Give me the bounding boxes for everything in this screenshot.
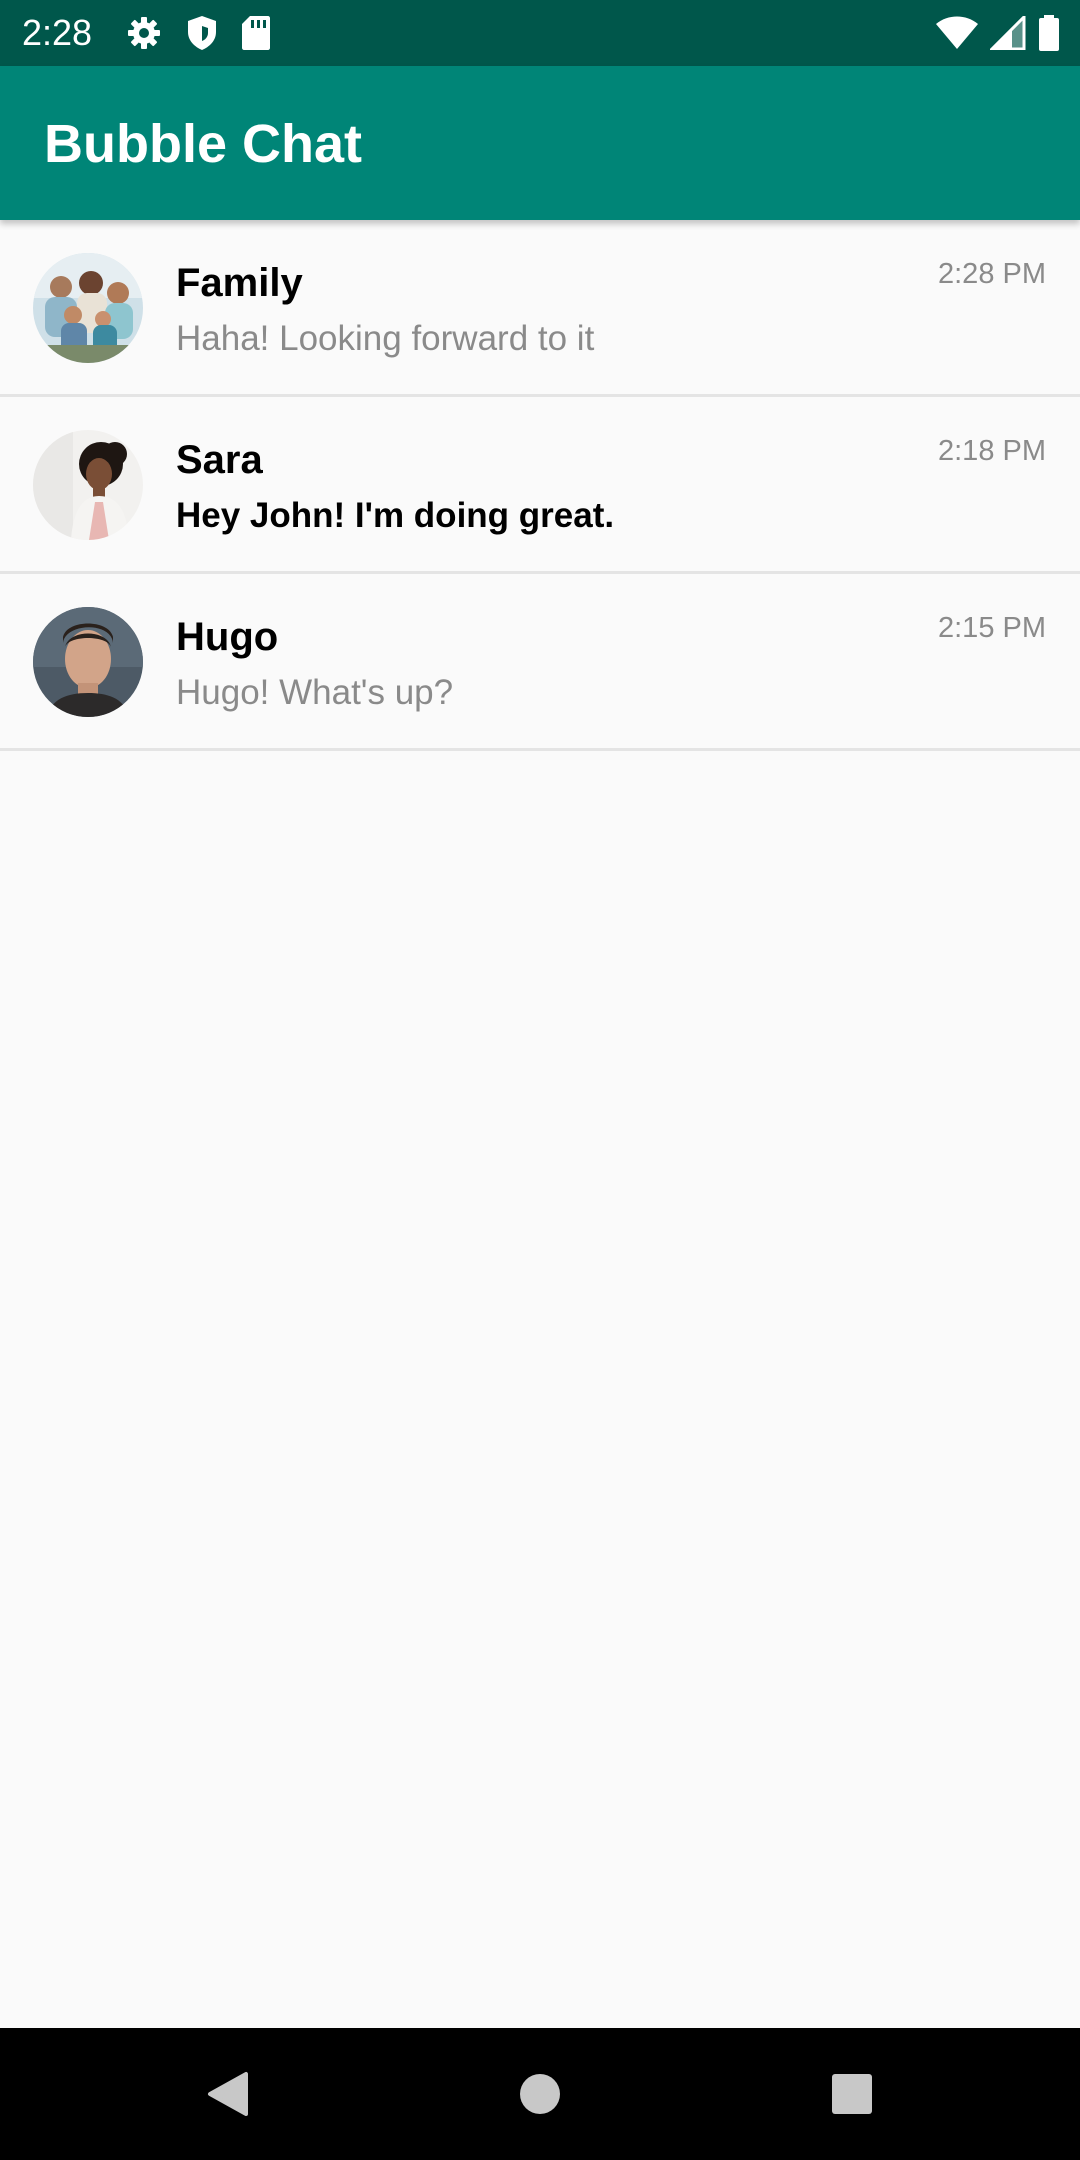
avatar-sara: [33, 430, 143, 540]
app-title: Bubble Chat: [44, 114, 362, 174]
chat-last-message: Hey John! I'm doing great.: [176, 496, 615, 535]
app-bar: Bubble Chat: [0, 66, 1080, 220]
home-icon[interactable]: [508, 2062, 572, 2126]
shield-icon: [186, 15, 218, 51]
chat-time: 2:28 PM: [938, 258, 1046, 290]
wifi-icon: [936, 16, 978, 50]
chat-time: 2:15 PM: [938, 612, 1046, 644]
chat-name: Hugo: [176, 615, 279, 659]
recents-icon[interactable]: [820, 2062, 884, 2126]
status-right-icons: [936, 14, 1060, 52]
cell-signal-icon: [990, 16, 1026, 50]
chat-row-sara[interactable]: Sara Hey John! I'm doing great. 2:18 PM: [0, 397, 1080, 574]
status-bar: 2:28: [0, 0, 1080, 66]
sd-card-icon: [242, 15, 270, 51]
battery-icon: [1038, 15, 1060, 51]
back-icon[interactable]: [196, 2062, 260, 2126]
chat-list: Family Haha! Looking forward to it 2:28 …: [0, 220, 1080, 751]
chat-name: Family: [176, 261, 303, 305]
chat-name: Sara: [176, 438, 263, 482]
avatar-hugo: [33, 607, 143, 717]
chat-last-message: Haha! Looking forward to it: [176, 319, 595, 358]
chat-last-message: Hugo! What's up?: [176, 673, 454, 712]
settings-icon: [126, 15, 162, 51]
chat-row-hugo[interactable]: Hugo Hugo! What's up? 2:15 PM: [0, 574, 1080, 751]
avatar-family: [33, 253, 143, 363]
status-left-icons: [126, 14, 270, 52]
chat-row-family[interactable]: Family Haha! Looking forward to it 2:28 …: [0, 220, 1080, 397]
status-time: 2:28: [22, 12, 93, 53]
navigation-bar: [0, 2028, 1080, 2160]
chat-time: 2:18 PM: [938, 435, 1046, 467]
